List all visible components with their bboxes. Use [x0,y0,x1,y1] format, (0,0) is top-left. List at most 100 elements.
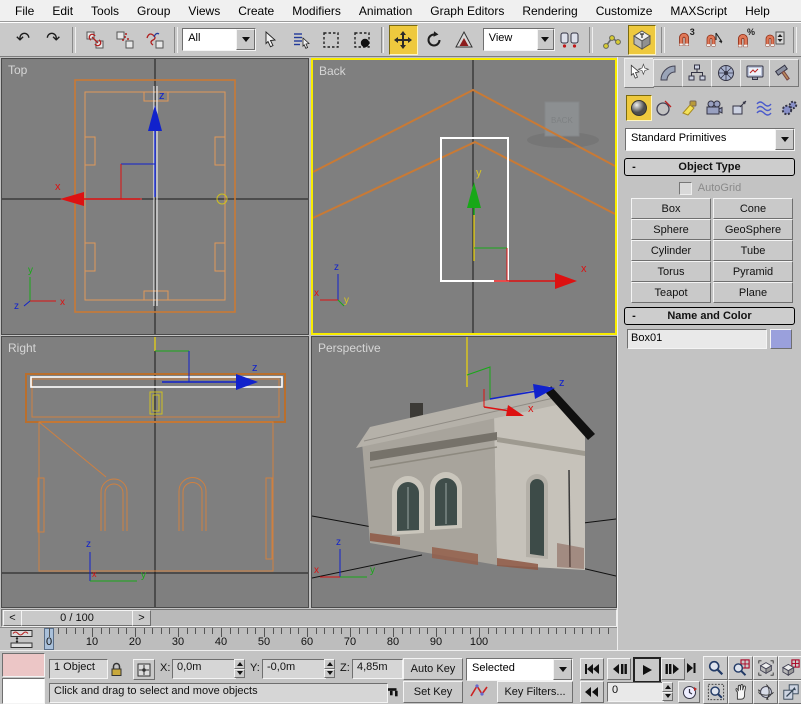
menu-maxscript[interactable]: MAXScript [661,2,736,20]
use-pivot-point-center-button[interactable] [556,25,584,55]
viewport-perspective[interactable]: z x z x y Perspective [311,336,617,608]
create-space-warps-button[interactable] [751,95,777,121]
house-model[interactable] [356,386,595,570]
x-coordinate-field[interactable]: 0,0m [172,659,236,679]
min-max-toggle-button[interactable] [778,680,801,704]
menu-views[interactable]: Views [179,2,229,20]
zoom-button[interactable] [703,656,728,680]
snap-toggle-cube-button[interactable] [628,25,656,55]
create-shapes-button[interactable] [651,95,677,121]
key-mode-toggle-button[interactable] [580,681,604,703]
object-type-tube-button[interactable]: Tube [713,240,793,261]
tab-motion[interactable] [711,59,741,87]
snaps-toggle-3d-button[interactable]: 3 [670,25,698,55]
menu-edit[interactable]: Edit [43,2,82,20]
autogrid-checkbox[interactable] [679,182,692,195]
dropdown-arrow-icon[interactable] [537,29,554,50]
rollout-collapse-icon[interactable]: - [625,161,643,173]
select-and-scale-button[interactable] [450,25,478,55]
object-color-swatch[interactable] [770,329,792,349]
object-type-cone-button[interactable]: Cone [713,198,793,219]
window-crossing-button[interactable] [347,25,375,55]
previous-frame-button[interactable] [607,658,631,680]
y-spinner[interactable] [324,659,335,678]
viewport-top-label[interactable]: Top [8,63,28,77]
z-coordinate-field[interactable]: 4,85m [352,659,403,679]
unlink-selection-button[interactable] [111,25,139,55]
track-ruler[interactable]: 0102030405060708090100 [44,628,617,650]
menu-help[interactable]: Help [736,2,779,20]
object-type-teapot-button[interactable]: Teapot [631,282,711,303]
object-type-cylinder-button[interactable]: Cylinder [631,240,711,261]
tab-create[interactable] [624,58,654,88]
viewport-top[interactable]: z x y x z Top [1,58,309,335]
time-configuration-button[interactable] [678,681,700,703]
viewport-perspective-canvas[interactable]: z x z x y Perspective [312,337,616,607]
primitive-category-dropdown[interactable]: Standard Primitives [625,128,795,151]
object-type-sphere-button[interactable]: Sphere [631,219,711,240]
move-gizmo-right[interactable]: z [155,337,258,390]
name-color-rollout-header[interactable]: - Name and Color [624,307,795,325]
percent-snap-toggle-button[interactable]: % [730,25,758,55]
viewport-back-label[interactable]: Back [319,64,347,78]
select-and-move-button[interactable] [389,25,417,55]
object-name-input[interactable] [629,331,765,345]
arc-rotate-button[interactable] [753,680,778,704]
menu-group[interactable]: Group [128,2,179,20]
reference-coordinate-system-dropdown[interactable]: View [483,28,555,51]
viewport-right-canvas[interactable]: z z y x Right [2,337,308,607]
object-type-geosphere-button[interactable]: GeoSphere [713,219,793,240]
object-type-rollout-header[interactable]: - Object Type [624,158,795,176]
selection-filter-dropdown[interactable]: All [182,28,256,51]
gizmo-z-arrowhead[interactable] [148,105,162,131]
move-gizmo-top[interactable]: z x [55,90,165,206]
tab-display[interactable] [740,59,770,87]
viewport-right[interactable]: z z y x Right [1,336,309,608]
y-coordinate-field[interactable]: -0,0m [262,659,326,679]
select-and-rotate-button[interactable] [420,25,448,55]
side-window-1[interactable] [392,476,424,535]
auto-key-button[interactable]: Auto Key [403,658,463,680]
open-mini-curve-editor-button[interactable] [0,628,45,650]
angle-snap-toggle-button[interactable] [700,25,728,55]
menu-modifiers[interactable]: Modifiers [283,2,350,20]
menu-graph-editors[interactable]: Graph Editors [421,2,513,20]
go-to-end-button[interactable] [686,658,696,678]
absolute-mode-toggle[interactable] [133,659,155,680]
menu-file[interactable]: File [6,2,43,20]
set-key-button[interactable]: Set Key [403,681,463,703]
menu-tools[interactable]: Tools [82,2,128,20]
viewport-right-label[interactable]: Right [8,341,37,355]
time-slider-handle[interactable]: 0 / 100 [21,610,133,626]
zoom-all-button[interactable] [728,656,753,680]
current-frame-field[interactable]: 0 [607,682,664,702]
rectangular-selection-region-button[interactable] [317,25,345,55]
create-lights-button[interactable] [676,95,702,121]
key-filters-button[interactable]: Key Filters... [497,681,573,703]
front-window[interactable] [526,474,548,559]
selection-lock-toggle[interactable] [106,659,126,678]
menu-customize[interactable]: Customize [587,2,662,20]
create-helpers-button[interactable] [726,95,752,121]
create-systems-button[interactable] [776,95,801,121]
time-slider-next-button[interactable]: > [132,610,151,626]
object-type-box-button[interactable]: Box [631,198,711,219]
viewport-perspective-label[interactable]: Perspective [318,341,381,355]
zoom-extents-all-button[interactable] [778,656,801,680]
undo-button[interactable]: ↶ [9,25,37,55]
key-selection-dropdown[interactable]: Selected [466,658,573,681]
tab-utilities[interactable] [769,59,799,87]
tab-modify[interactable] [653,59,683,87]
maxscript-macro-recorder[interactable] [2,653,45,677]
spinner-snap-toggle-button[interactable] [760,25,788,55]
gizmo-y-arrowhead[interactable] [467,182,481,208]
select-by-name-button[interactable] [287,25,315,55]
bind-to-space-warp-button[interactable] [141,25,169,55]
gizmo-x-arrowhead[interactable] [555,273,577,289]
pan-view-button[interactable] [728,680,753,704]
zoom-extents-button[interactable] [753,656,778,680]
move-gizmo-back[interactable]: y x [467,167,587,289]
play-animation-button[interactable] [633,657,661,683]
dropdown-arrow-icon[interactable] [775,129,794,150]
dropdown-arrow-icon[interactable] [553,659,572,680]
